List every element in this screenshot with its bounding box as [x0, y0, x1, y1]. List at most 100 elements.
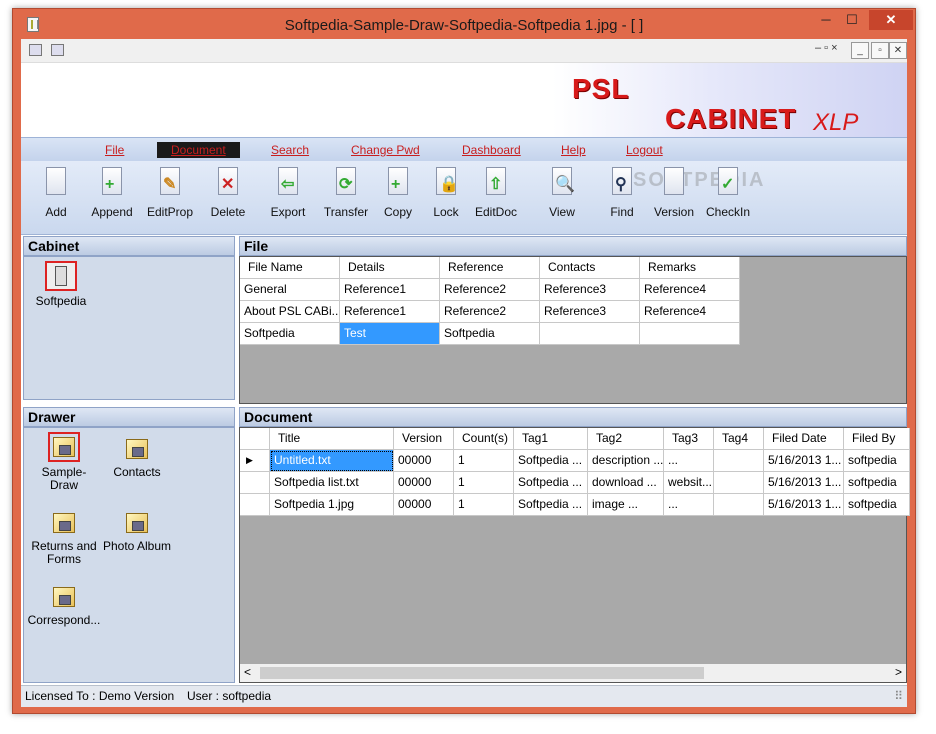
mdi-window-icon-2[interactable] — [51, 44, 64, 56]
menu-help[interactable]: Help — [561, 143, 586, 157]
toolbar-editdoc-button[interactable]: ⇧ EditDoc — [469, 167, 523, 219]
mdi-close-button[interactable]: ✕ — [889, 42, 907, 59]
document-cell[interactable]: Softpedia list.txt — [270, 472, 394, 494]
drawer-item-contacts[interactable]: Contacts — [106, 436, 168, 479]
mdi-small-controls[interactable]: ‒ ▫ × — [815, 42, 838, 54]
mdi-restore-button[interactable]: ▫ — [871, 42, 889, 59]
minimize-button[interactable]: ─ — [813, 10, 839, 30]
menu-change-pwd[interactable]: Change Pwd — [351, 143, 420, 157]
row-selector[interactable]: ▶ — [240, 450, 270, 472]
document-cell[interactable]: 5/16/2013 1... — [764, 450, 844, 472]
document-column-header[interactable]: Count(s) — [454, 428, 514, 450]
scroll-right-button[interactable]: > — [895, 665, 902, 679]
row-selector[interactable] — [240, 472, 270, 494]
toolbar-find-button[interactable]: ⚲ Find — [595, 167, 649, 219]
file-column-header[interactable]: File Name — [240, 257, 340, 279]
document-cell[interactable]: 00000 — [394, 472, 454, 494]
drawer-item-correspond[interactable]: Correspond... — [26, 584, 102, 627]
document-cell[interactable]: 1 — [454, 494, 514, 516]
document-cell[interactable]: Softpedia 1.jpg — [270, 494, 394, 516]
file-cell[interactable]: Reference2 — [440, 301, 540, 323]
file-cell[interactable]: Reference3 — [540, 279, 640, 301]
document-grid[interactable]: < > Title Version Count(s) Tag1 Tag2 Tag3 Tag4… — [239, 427, 910, 683]
file-cell[interactable] — [640, 323, 740, 345]
document-cell[interactable] — [714, 494, 764, 516]
file-cell[interactable]: Reference1 — [340, 301, 440, 323]
file-cell[interactable]: Softpedia — [440, 323, 540, 345]
file-column-header[interactable]: Details — [340, 257, 440, 279]
horizontal-scrollbar[interactable]: < > — [240, 664, 906, 682]
title-bar[interactable]: Softpedia-Sample-Draw-Softpedia-Softpedi… — [13, 9, 915, 39]
document-cell[interactable]: Untitled.txt — [270, 450, 394, 472]
menu-document[interactable]: Document — [157, 142, 240, 158]
menu-file[interactable]: File — [105, 143, 124, 157]
toolbar-delete-button[interactable]: ✕ Delete — [201, 167, 255, 219]
mdi-minimize-button[interactable]: _ — [851, 42, 869, 59]
document-cell[interactable]: 00000 — [394, 450, 454, 472]
document-cell[interactable]: 5/16/2013 1... — [764, 494, 844, 516]
toolbar-view-button[interactable]: 🔍 View — [535, 167, 589, 219]
toolbar-version-button[interactable]: Version — [647, 167, 701, 219]
mdi-window-icon[interactable] — [29, 44, 42, 56]
document-cell[interactable]: softpedia — [844, 472, 910, 494]
file-column-header[interactable]: Remarks — [640, 257, 740, 279]
document-cell[interactable]: 00000 — [394, 494, 454, 516]
toolbar-add-button[interactable]: Add — [29, 167, 83, 219]
file-cell[interactable]: Reference4 — [640, 279, 740, 301]
file-cell[interactable]: Reference2 — [440, 279, 540, 301]
document-column-header[interactable]: Tag4 — [714, 428, 764, 450]
document-cell[interactable]: Softpedia ... — [514, 450, 588, 472]
document-cell[interactable]: Softpedia ... — [514, 494, 588, 516]
scroll-thumb[interactable] — [260, 667, 704, 679]
drawer-item-returns-and-forms[interactable]: Returns and Forms — [28, 510, 100, 566]
file-grid[interactable]: File Name Details Reference Contacts Remarks… — [239, 256, 907, 404]
document-cell[interactable]: ... — [664, 494, 714, 516]
menu-dashboard[interactable]: Dashboard — [462, 143, 521, 157]
file-cell[interactable]: About PSL CABi... — [240, 301, 340, 323]
document-cell[interactable]: 1 — [454, 450, 514, 472]
document-column-header[interactable]: Version — [394, 428, 454, 450]
file-cell[interactable] — [540, 323, 640, 345]
document-cell[interactable]: Softpedia ... — [514, 472, 588, 494]
row-selector[interactable] — [240, 494, 270, 516]
document-column-header[interactable]: Tag2 — [588, 428, 664, 450]
file-cell[interactable]: Reference3 — [540, 301, 640, 323]
document-cell[interactable] — [714, 472, 764, 494]
toolbar-lock-button[interactable]: 🔒 Lock — [419, 167, 473, 219]
toolbar-copy-button[interactable]: + Copy — [371, 167, 425, 219]
scroll-left-button[interactable]: < — [244, 665, 251, 679]
toolbar-checkin-button[interactable]: ✓ CheckIn — [701, 167, 755, 219]
document-cell[interactable]: softpedia — [844, 494, 910, 516]
toolbar-append-button[interactable]: + Append — [85, 167, 139, 219]
toolbar-transfer-button[interactable]: ⟳ Transfer — [319, 167, 373, 219]
document-cell[interactable]: download ... — [588, 472, 664, 494]
resize-grip[interactable]: ⠿ — [894, 686, 903, 706]
document-cell[interactable]: softpedia — [844, 450, 910, 472]
document-column-header[interactable]: Title — [270, 428, 394, 450]
file-cell[interactable]: Test — [340, 323, 440, 345]
document-column-header[interactable]: Filed By — [844, 428, 910, 450]
menu-logout[interactable]: Logout — [626, 143, 663, 157]
file-cell[interactable]: Softpedia — [240, 323, 340, 345]
toolbar-editprop-button[interactable]: ✎ EditProp — [143, 167, 197, 219]
file-cell[interactable]: General — [240, 279, 340, 301]
close-button[interactable]: ✕ — [869, 10, 913, 30]
toolbar-export-button[interactable]: ⇦ Export — [261, 167, 315, 219]
document-column-header[interactable]: Tag3 — [664, 428, 714, 450]
document-cell[interactable]: websit... — [664, 472, 714, 494]
document-cell[interactable]: ... — [664, 450, 714, 472]
maximize-button[interactable]: ☐ — [839, 10, 865, 30]
menu-search[interactable]: Search — [271, 143, 309, 157]
document-cell[interactable]: 1 — [454, 472, 514, 494]
file-cell[interactable]: Reference1 — [340, 279, 440, 301]
document-cell[interactable]: image ... — [588, 494, 664, 516]
file-column-header[interactable]: Reference — [440, 257, 540, 279]
cabinet-item[interactable]: Softpedia — [30, 261, 92, 308]
document-cell[interactable] — [714, 450, 764, 472]
drawer-item-photo-album[interactable]: Photo Album — [100, 510, 174, 553]
document-column-header[interactable]: Filed Date — [764, 428, 844, 450]
document-column-header[interactable]: Tag1 — [514, 428, 588, 450]
document-cell[interactable]: description ... — [588, 450, 664, 472]
drawer-item-sample-draw[interactable]: Sample-Draw — [28, 432, 100, 492]
file-column-header[interactable]: Contacts — [540, 257, 640, 279]
